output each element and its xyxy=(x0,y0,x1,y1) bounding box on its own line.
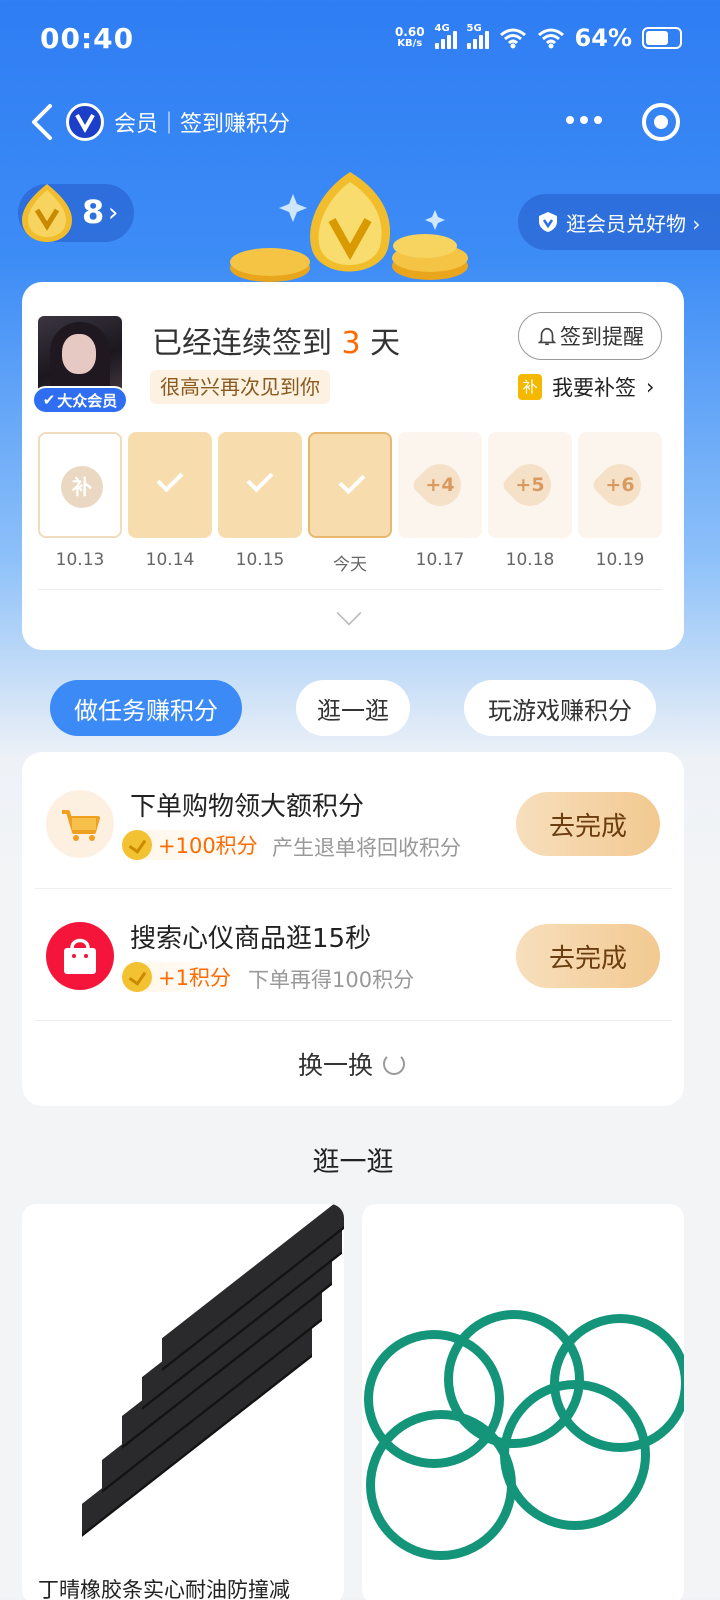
browse-section-title: 逛一逛 xyxy=(312,1147,394,1178)
signal-4g-icon: 4G xyxy=(434,23,457,49)
divider xyxy=(34,888,672,889)
status-icons: 0.60 KB/s 4G 5G 64% xyxy=(394,23,682,52)
member-shield-icon xyxy=(539,212,557,232)
day-item: 10.15 xyxy=(218,432,302,570)
day-item: +5 10.18 xyxy=(488,432,572,570)
makeup-card-icon: 补 xyxy=(518,374,542,400)
day-label: 10.19 xyxy=(595,550,645,570)
greeting-text: 很高兴再次见到你 xyxy=(150,370,330,404)
day-label: 10.13 xyxy=(55,550,105,570)
refresh-tasks-button[interactable]: 换一换 xyxy=(298,1046,406,1082)
complete-task-button[interactable]: 去完成 xyxy=(516,924,660,988)
status-bar: 00:40 0.60 KB/s 4G 5G 64% xyxy=(0,0,720,80)
divider xyxy=(38,589,662,590)
check-icon xyxy=(156,465,184,493)
more-options-icon[interactable] xyxy=(566,106,606,134)
shield-check-icon: ✔ xyxy=(42,391,56,409)
chevron-right-icon: › xyxy=(108,198,119,228)
member-logo-icon xyxy=(66,103,104,141)
tab-games[interactable]: 玩游戏赚积分 xyxy=(464,680,656,736)
day-label: 10.14 xyxy=(145,550,195,570)
signal-5g-icon: 5G xyxy=(466,23,489,49)
network-speed: 0.60 KB/s xyxy=(394,25,425,49)
page-title: 会员｜签到赚积分 xyxy=(114,112,291,137)
makeup-signin-link[interactable]: 补 我要补签 › xyxy=(518,372,654,402)
wifi-icon xyxy=(499,28,526,49)
close-miniapp-icon[interactable] xyxy=(642,103,680,141)
member-level-badge: ✔ 大众会员 xyxy=(32,386,128,414)
chevron-right-icon: › xyxy=(646,375,655,399)
hero-coins-illustration xyxy=(230,172,468,282)
task-reward: +1积分 xyxy=(122,962,241,992)
day-label: 10.15 xyxy=(235,550,285,570)
divider xyxy=(34,1020,672,1021)
task-note: 下单再得100积分 xyxy=(248,968,415,992)
points-coin-icon xyxy=(122,830,152,860)
product-card[interactable] xyxy=(362,1204,684,1600)
clock: 00:40 xyxy=(40,22,135,55)
points-coin-icon xyxy=(122,962,152,992)
task-reward: +100积分 xyxy=(122,830,268,860)
member-shop-label: 逛会员兑好物 › xyxy=(566,211,701,236)
signin-calendar: 补 10.13 10.14 10.15 今天 +4 10.17 +5 10.18… xyxy=(38,432,664,575)
signin-reminder-button[interactable]: 签到提醒 xyxy=(518,312,662,360)
makeup-mark: 补 xyxy=(61,466,103,508)
cart-icon xyxy=(46,790,114,858)
shopping-bag-icon xyxy=(46,922,114,990)
task-note: 产生退单将回收积分 xyxy=(272,836,461,860)
complete-task-button[interactable]: 去完成 xyxy=(516,792,660,856)
check-icon xyxy=(338,467,366,495)
battery-percent: 64% xyxy=(574,24,632,52)
task-title: 下单购物领大额积分 xyxy=(130,792,365,822)
day-label: 10.18 xyxy=(505,550,555,570)
product-card[interactable]: 丁晴橡胶条实心耐油防撞减 xyxy=(22,1204,344,1600)
day-item: 10.14 xyxy=(128,432,212,570)
day-item: +6 10.19 xyxy=(578,432,662,570)
battery-icon xyxy=(642,27,682,49)
day-item: 今天 xyxy=(308,432,392,575)
product-name: 丁晴橡胶条实心耐油防撞减 xyxy=(38,1578,290,1600)
day-label: 今天 xyxy=(333,555,367,575)
reward-drop-icon: +4 xyxy=(410,455,470,515)
day-item: +4 10.17 xyxy=(398,432,482,570)
reward-drop-icon: +6 xyxy=(590,455,650,515)
refresh-icon xyxy=(383,1053,406,1075)
back-arrow-icon[interactable] xyxy=(24,100,64,144)
points-value: 8 xyxy=(82,193,105,231)
task-title: 搜索心仪商品逛15秒 xyxy=(130,924,372,954)
check-icon xyxy=(246,465,274,493)
bell-icon xyxy=(537,327,557,346)
tab-browse[interactable]: 逛一逛 xyxy=(296,680,410,736)
points-coin-icon xyxy=(22,184,72,242)
day-item[interactable]: 补 10.13 xyxy=(38,432,122,570)
signin-streak-text: 已经连续签到 3 天 xyxy=(152,326,401,361)
wifi-icon xyxy=(537,28,564,49)
tab-tasks[interactable]: 做任务赚积分 xyxy=(50,680,242,736)
reward-drop-icon: +5 xyxy=(500,455,560,515)
day-label: 10.17 xyxy=(415,550,465,570)
member-shop-button[interactable]: 逛会员兑好物 › xyxy=(518,194,720,250)
